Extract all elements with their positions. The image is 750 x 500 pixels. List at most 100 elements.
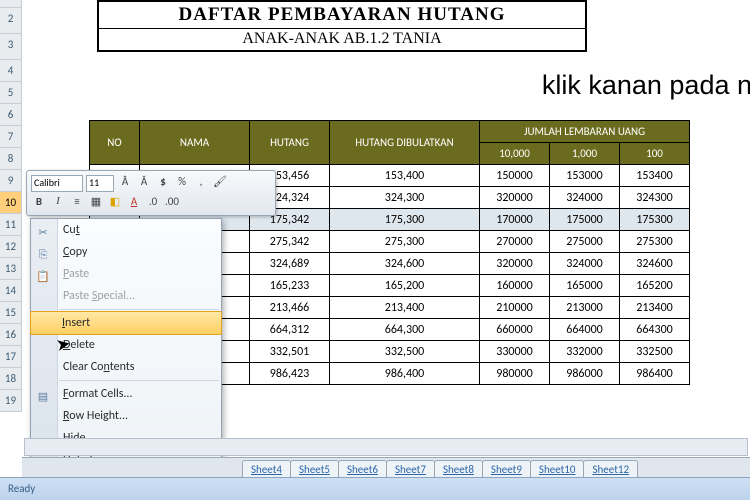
cell[interactable]: 165200 (620, 275, 690, 297)
row-header-8[interactable]: 8 (0, 148, 22, 170)
ctx-clear-contents[interactable]: Clear Contents (31, 356, 221, 378)
cell[interactable]: 324,300 (330, 187, 480, 209)
cell[interactable]: 165000 (550, 275, 620, 297)
cell[interactable]: 213400 (620, 297, 690, 319)
cell[interactable]: 160000 (480, 275, 550, 297)
col-header-10000[interactable]: 10,000 (480, 143, 550, 165)
cell[interactable]: 320000 (480, 187, 550, 209)
cell[interactable]: 332000 (550, 341, 620, 363)
col-header-hutang[interactable]: HUTANG (250, 121, 330, 165)
row-header-4[interactable]: 4 (0, 60, 22, 82)
cell[interactable]: 175300 (620, 209, 690, 231)
row-header-9[interactable]: 9 (0, 170, 22, 192)
comma-icon[interactable]: , (193, 175, 209, 191)
increase-decimal-icon[interactable]: .00 (164, 195, 180, 211)
col-header-nama[interactable]: NAMA (140, 121, 250, 165)
cell[interactable]: 175000 (550, 209, 620, 231)
cell[interactable]: 986,423 (250, 363, 330, 385)
sheet-tab[interactable]: Sheet7 (386, 460, 435, 478)
cell[interactable]: 153000 (550, 165, 620, 187)
cell[interactable]: 150000 (480, 165, 550, 187)
cell[interactable]: 170000 (480, 209, 550, 231)
sheet-tab[interactable]: Sheet12 (583, 460, 638, 478)
sheet-tab[interactable]: Sheet6 (338, 460, 387, 478)
row-header-5[interactable]: 5 (0, 82, 22, 104)
cell[interactable]: 320000 (480, 253, 550, 275)
cell[interactable]: 175,300 (330, 209, 480, 231)
cell[interactable]: 660000 (480, 319, 550, 341)
sheet-tab[interactable]: Sheet10 (530, 460, 585, 478)
cell[interactable]: 213000 (550, 297, 620, 319)
ctx-row-height[interactable]: Row Height... (31, 405, 221, 427)
row-header-10[interactable]: 10 (0, 192, 22, 214)
row-header-3[interactable]: 3 (0, 34, 22, 60)
row-header-7[interactable]: 7 (0, 126, 22, 148)
cell[interactable]: 165,233 (250, 275, 330, 297)
col-header-group[interactable]: JUMLAH LEMBARAN UANG (480, 121, 690, 143)
font-size-select[interactable]: 11 (86, 175, 114, 192)
row-header-14[interactable]: 14 (0, 280, 22, 302)
cell[interactable]: 275,300 (330, 231, 480, 253)
cell[interactable]: 324,600 (330, 253, 480, 275)
row-header-6[interactable]: 6 (0, 104, 22, 126)
row-header-11[interactable]: 11 (0, 214, 22, 236)
cell[interactable]: 165,200 (330, 275, 480, 297)
cell[interactable]: 324000 (550, 187, 620, 209)
row-header-15[interactable]: 15 (0, 302, 22, 324)
horizontal-scrollbar[interactable] (24, 438, 748, 456)
cell[interactable]: 332500 (620, 341, 690, 363)
row-header-12[interactable]: 12 (0, 236, 22, 258)
sheet-tab[interactable]: Sheet5 (290, 460, 339, 478)
sheet-tab[interactable]: Sheet8 (434, 460, 483, 478)
cell[interactable]: 332,500 (330, 341, 480, 363)
cell[interactable]: 986,400 (330, 363, 480, 385)
font-name-select[interactable]: Calibri (31, 175, 83, 192)
cell[interactable]: 980000 (480, 363, 550, 385)
cell[interactable]: 270000 (480, 231, 550, 253)
col-header-1000[interactable]: 1,000 (550, 143, 620, 165)
bold-icon[interactable]: B (31, 195, 47, 211)
ctx-copy[interactable]: ⎘Copy (31, 241, 221, 263)
cell[interactable]: 275000 (550, 231, 620, 253)
cell[interactable]: 213,466 (250, 297, 330, 319)
percent-icon[interactable]: % (174, 175, 190, 191)
row-header-17[interactable]: 17 (0, 346, 22, 368)
col-header-100[interactable]: 100 (620, 143, 690, 165)
sheet-tab[interactable]: Sheet4 (242, 460, 291, 478)
cell[interactable]: 664,300 (330, 319, 480, 341)
sheet-tab[interactable]: Sheet9 (482, 460, 531, 478)
shrink-font-icon[interactable]: Ǎ (136, 175, 152, 191)
font-color-icon[interactable]: A (126, 195, 142, 211)
cell[interactable]: 986400 (620, 363, 690, 385)
row-header-16[interactable]: 16 (0, 324, 22, 346)
col-header-hutang-dibulatkan[interactable]: HUTANG DIBULATKAN (330, 121, 480, 165)
cell[interactable]: 210000 (480, 297, 550, 319)
ctx-format-cells[interactable]: ▤Format Cells... (31, 383, 221, 405)
cell[interactable]: 324600 (620, 253, 690, 275)
cell[interactable]: 664000 (550, 319, 620, 341)
ctx-cut[interactable]: ✂Cut (31, 219, 221, 241)
cell[interactable]: 324300 (620, 187, 690, 209)
fill-color-icon[interactable]: ◧ (107, 195, 123, 211)
decrease-decimal-icon[interactable]: .0 (145, 195, 161, 211)
cell[interactable]: 664300 (620, 319, 690, 341)
ctx-insert[interactable]: Insert (30, 311, 222, 335)
cell[interactable]: 275300 (620, 231, 690, 253)
col-header-no[interactable]: NO (90, 121, 140, 165)
cell[interactable]: 324,689 (250, 253, 330, 275)
cell[interactable]: 330000 (480, 341, 550, 363)
cell[interactable]: 324000 (550, 253, 620, 275)
cell[interactable]: 153400 (620, 165, 690, 187)
italic-icon[interactable]: I (50, 195, 66, 211)
cell[interactable]: 986000 (550, 363, 620, 385)
cell[interactable]: 275,342 (250, 231, 330, 253)
cell[interactable]: 153,400 (330, 165, 480, 187)
row-header-19[interactable]: 19 (0, 390, 22, 412)
cell[interactable]: 332,501 (250, 341, 330, 363)
ctx-delete[interactable]: Delete (31, 334, 221, 356)
align-icon[interactable]: ≡ (69, 195, 85, 211)
row-header-13[interactable]: 13 (0, 258, 22, 280)
row-header-18[interactable]: 18 (0, 368, 22, 390)
currency-icon[interactable]: $ (155, 175, 171, 191)
grow-font-icon[interactable]: Â (117, 175, 133, 191)
